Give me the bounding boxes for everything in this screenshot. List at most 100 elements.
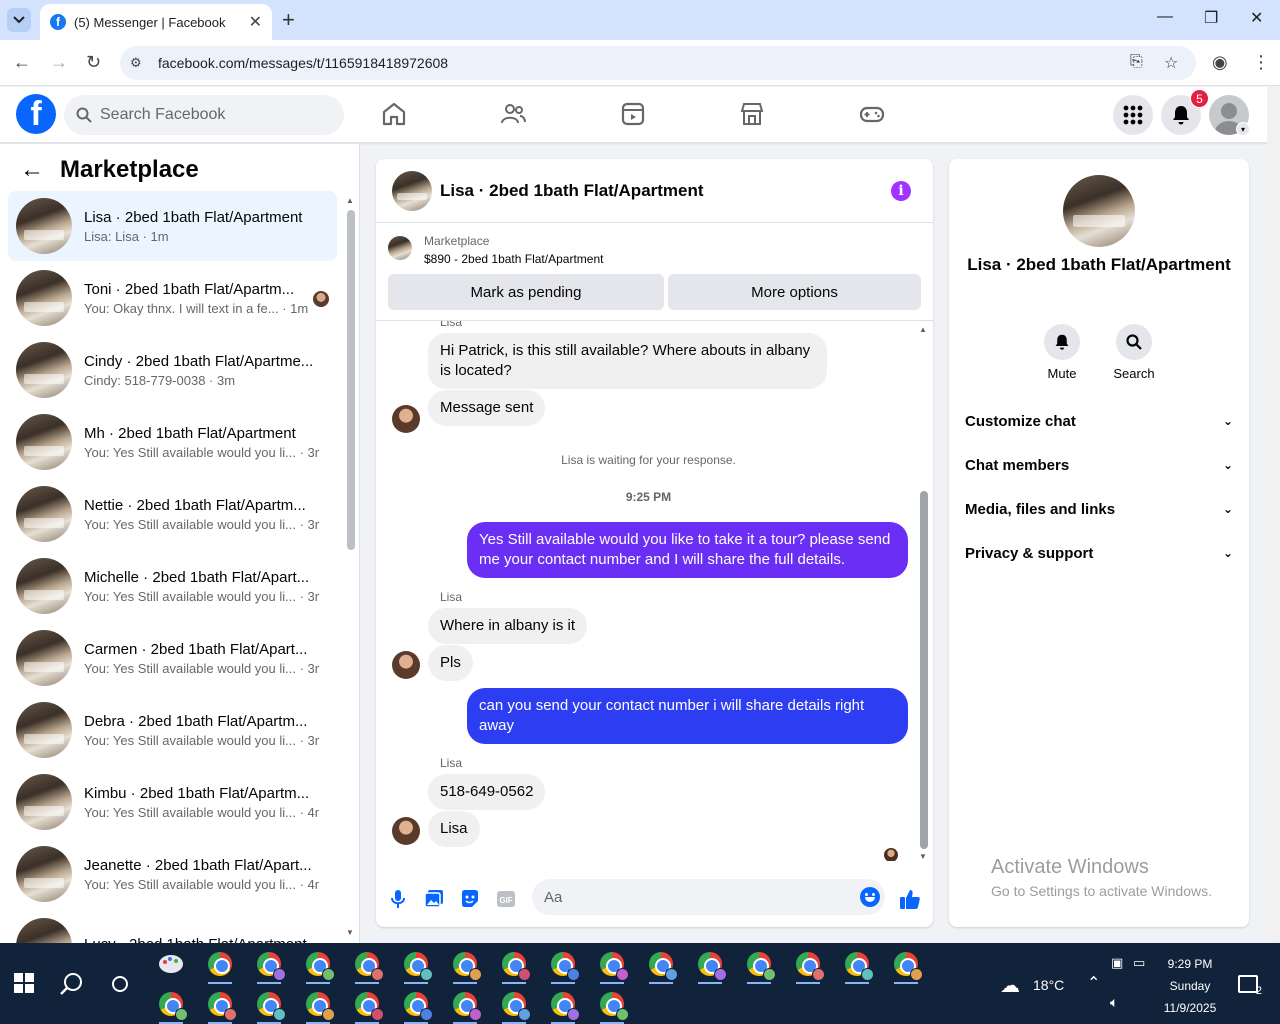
chrome-window-icon[interactable] (298, 984, 338, 1024)
lisa-avatar[interactable] (392, 817, 420, 845)
restore-icon[interactable]: ❐ (1204, 8, 1218, 28)
listing-small-thumbnail[interactable] (388, 236, 412, 260)
notifications-button[interactable]: 5 (1161, 89, 1209, 135)
lisa-avatar[interactable] (392, 405, 420, 433)
chrome-window-icon[interactable] (445, 944, 485, 984)
conversation-item[interactable]: Lisa · 2bed 1bath Flat/Apartment Lisa: Li… (8, 191, 337, 261)
browser-tab[interactable]: f (5) Messenger | Facebook ✕ (40, 4, 272, 40)
message-input[interactable] (532, 879, 885, 915)
paint-app-icon[interactable] (151, 944, 191, 984)
gif-icon[interactable]: GIF (494, 887, 518, 911)
device-icon[interactable]: ▣ (1111, 955, 1123, 971)
home-icon[interactable] (381, 101, 407, 127)
url-field[interactable]: ⚙ facebook.com/messages/t/11659184189726… (120, 46, 1196, 80)
conversation-item[interactable]: Carmen · 2bed 1bath Flat/Apart... You: Ye… (8, 623, 337, 693)
facebook-search[interactable] (64, 95, 344, 135)
media-files-links-row[interactable]: Media, files and links ⌄ (965, 487, 1233, 531)
conversation-item[interactable]: Mh · 2bed 1bath Flat/Apartment You: Yes S… (8, 407, 337, 477)
tab-close-icon[interactable]: ✕ (249, 12, 262, 32)
weather-temp[interactable]: 18°C (1033, 977, 1064, 993)
chrome-window-icon[interactable] (543, 984, 583, 1024)
weather-icon[interactable]: ☁ (1000, 973, 1020, 998)
chrome-window-icon[interactable] (543, 944, 583, 984)
chrome-window-icon[interactable] (298, 944, 338, 984)
conversation-item[interactable]: Nettie · 2bed 1bath Flat/Apartm... You: Y… (8, 479, 337, 549)
video-icon[interactable] (620, 101, 646, 127)
window-close-icon[interactable]: ✕ (1250, 8, 1263, 28)
chrome-window-icon[interactable] (249, 944, 289, 984)
notification-center-icon[interactable]: 2 (1238, 975, 1262, 997)
chat-scroll-up-icon[interactable]: ▲ (919, 325, 927, 334)
chrome-window-icon[interactable] (641, 944, 681, 984)
chat-scroll-down-icon[interactable]: ▼ (919, 852, 927, 861)
photo-icon[interactable] (422, 887, 446, 911)
chrome-window-icon[interactable] (494, 984, 534, 1024)
bookmark-star-icon[interactable]: ☆ (1164, 53, 1178, 73)
conversation-item[interactable]: Michelle · 2bed 1bath Flat/Apart... You: … (8, 551, 337, 621)
microphone-icon[interactable] (386, 887, 410, 911)
info-icon[interactable]: i (891, 181, 911, 201)
back-arrow-icon[interactable]: ← (20, 156, 44, 184)
conversation-item[interactable]: Debra · 2bed 1bath Flat/Apartm... You: Ye… (8, 695, 337, 765)
chrome-window-icon[interactable] (494, 944, 534, 984)
chat-members-row[interactable]: Chat members ⌄ (965, 443, 1233, 487)
volume-icon[interactable]: 🔈︎ (1110, 994, 1118, 1011)
site-info-icon[interactable]: ⚙ (130, 55, 148, 71)
page-scrollbar[interactable] (1267, 87, 1280, 943)
chrome-window-icon[interactable] (151, 984, 191, 1024)
friends-icon[interactable] (500, 101, 526, 127)
marketplace-icon[interactable] (739, 101, 765, 127)
listing-thumbnail[interactable] (392, 170, 432, 211)
conversation-item[interactable]: Cindy · 2bed 1bath Flat/Apartme... Cindy:… (8, 335, 337, 405)
chrome-window-icon[interactable] (249, 984, 289, 1024)
tray-chevron-up-icon[interactable]: ⌃ (1087, 973, 1100, 993)
task-view-icon[interactable] (110, 974, 130, 994)
taskbar-clock[interactable]: 9:29 PM Sunday 11/9/2025 (1150, 953, 1230, 1019)
chrome-window-icon[interactable] (347, 944, 387, 984)
sticker-icon[interactable] (458, 887, 482, 911)
chrome-window-icon[interactable] (788, 944, 828, 984)
profile-icon[interactable]: ◉ (1212, 52, 1228, 73)
scroll-down-arrow-icon[interactable]: ▼ (346, 928, 354, 937)
tab-search-dropdown[interactable] (7, 8, 31, 32)
listing-large-thumbnail[interactable] (1063, 175, 1135, 247)
minimize-icon[interactable]: — (1157, 8, 1173, 26)
network-icon[interactable]: ▭ (1133, 955, 1145, 971)
install-app-icon[interactable]: ⎘ (1130, 53, 1143, 71)
conversation-item[interactable]: Kimbu · 2bed 1bath Flat/Apartm... You: Ye… (8, 767, 337, 837)
windows-start-icon[interactable] (14, 973, 34, 993)
chrome-window-icon[interactable] (690, 944, 730, 984)
menu-grid-button[interactable] (1113, 95, 1153, 135)
conversation-list-scrollbar[interactable] (347, 210, 355, 550)
chrome-window-icon[interactable] (445, 984, 485, 1024)
chat-title[interactable]: Lisa · 2bed 1bath Flat/Apartment (440, 181, 704, 201)
search-in-chat-button[interactable]: Search (1104, 324, 1164, 381)
chrome-window-icon[interactable] (592, 944, 632, 984)
chrome-window-icon[interactable] (200, 944, 240, 984)
chrome-window-icon[interactable] (592, 984, 632, 1024)
conversation-item[interactable]: Toni · 2bed 1bath Flat/Apartm... You: Oka… (8, 263, 337, 333)
mark-as-pending-button[interactable]: Mark as pending (388, 274, 664, 310)
thumbs-up-icon[interactable] (898, 887, 922, 911)
more-options-button[interactable]: More options (668, 274, 921, 310)
conversation-item[interactable]: Jeanette · 2bed 1bath Flat/Apart... You: … (8, 839, 337, 909)
back-icon[interactable]: ← (13, 52, 31, 73)
chrome-window-icon[interactable] (200, 984, 240, 1024)
chrome-window-icon[interactable] (396, 984, 436, 1024)
account-chevron-down-icon[interactable]: ▾ (1236, 122, 1250, 136)
customize-chat-row[interactable]: Customize chat ⌄ (965, 399, 1233, 443)
chrome-window-icon[interactable] (886, 944, 926, 984)
privacy-support-row[interactable]: Privacy & support ⌄ (965, 531, 1233, 575)
scroll-up-arrow-icon[interactable]: ▲ (346, 196, 354, 205)
listing-title[interactable]: $890 - 2bed 1bath Flat/Apartment (424, 252, 603, 266)
chrome-window-icon[interactable] (739, 944, 779, 984)
chat-scrollbar[interactable] (920, 491, 928, 849)
chrome-window-icon[interactable] (837, 944, 877, 984)
chrome-window-icon[interactable] (396, 944, 436, 984)
search-icon[interactable] (60, 972, 84, 996)
mute-button[interactable]: Mute (1032, 324, 1092, 381)
lisa-avatar[interactable] (392, 651, 420, 679)
chrome-window-icon[interactable] (347, 984, 387, 1024)
browser-menu-icon[interactable]: ⋮ (1252, 52, 1270, 73)
emoji-icon[interactable] (860, 887, 880, 907)
